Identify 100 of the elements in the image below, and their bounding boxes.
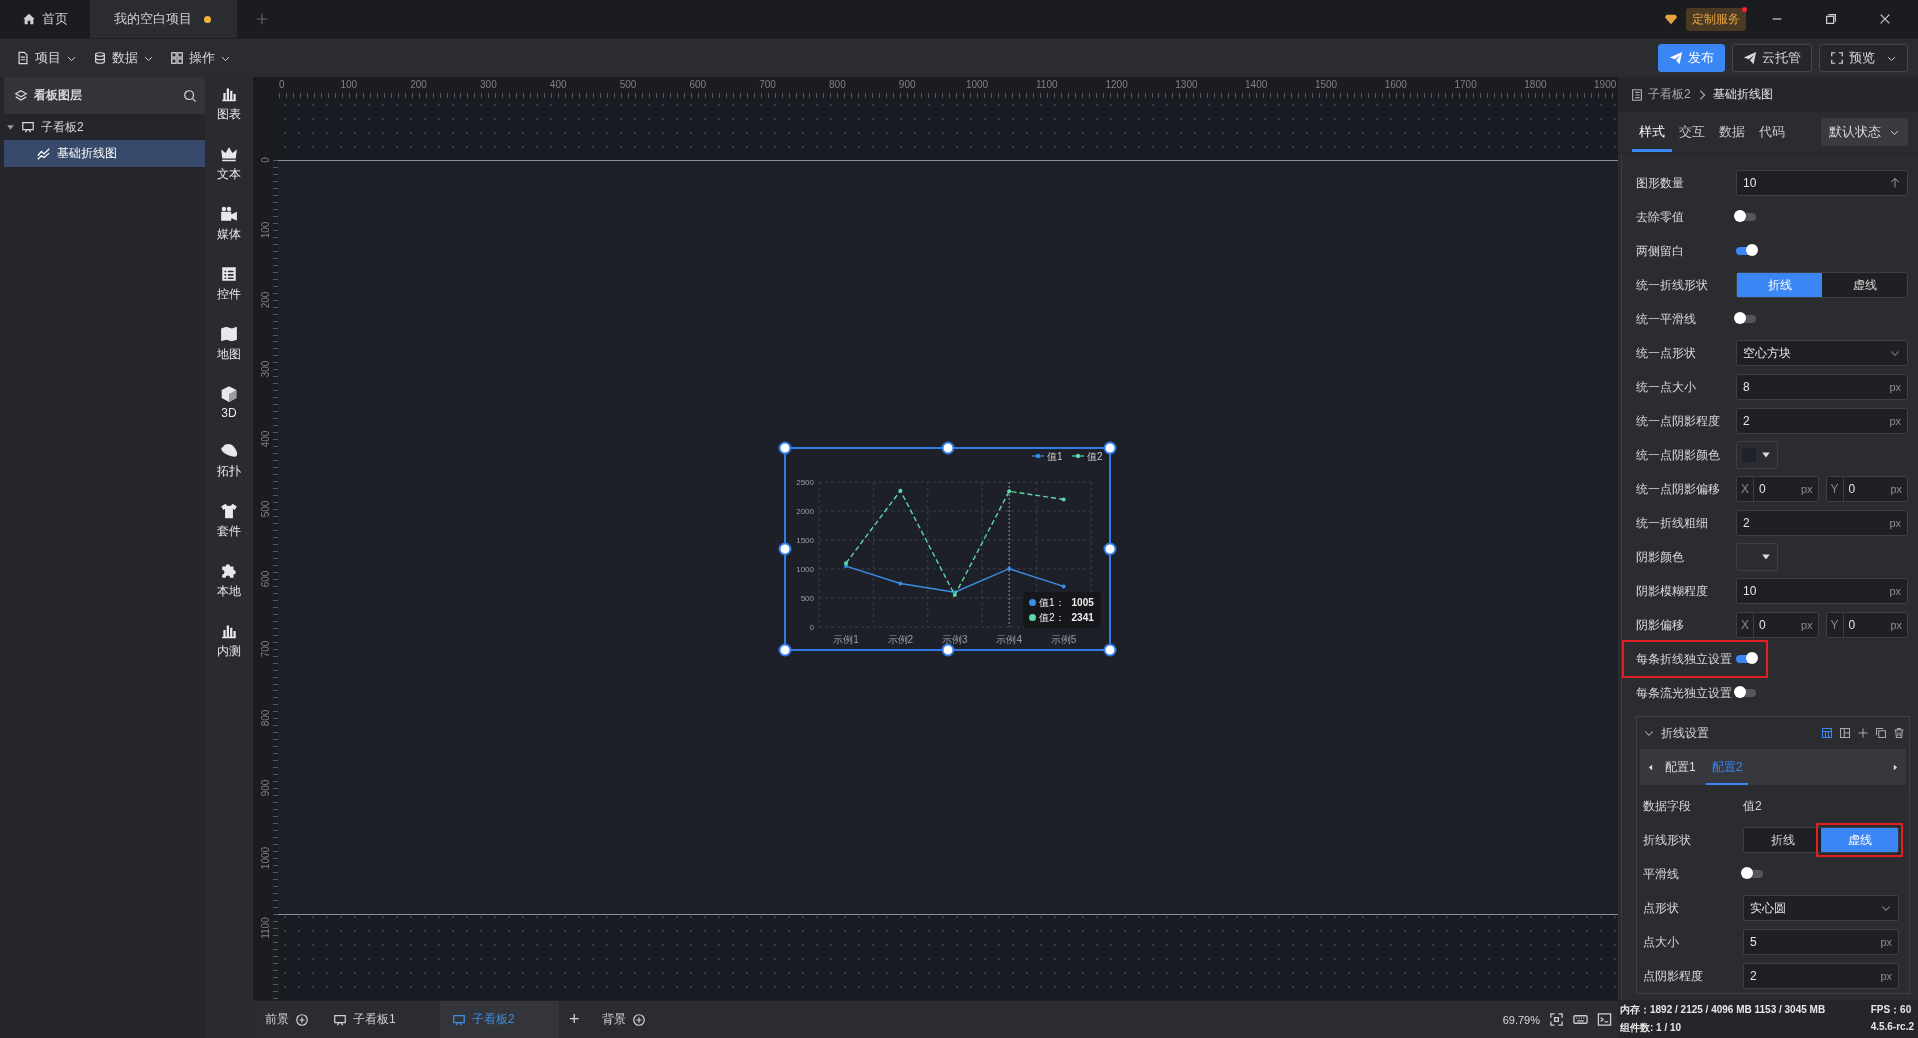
resize-handle[interactable] — [778, 542, 792, 556]
publish-button[interactable]: 发布 — [1658, 44, 1725, 72]
input-field[interactable]: 10 px — [1736, 578, 1908, 604]
widget-category[interactable]: 文本 — [217, 145, 241, 183]
layer-tab[interactable]: 子看板2 — [440, 1001, 559, 1038]
widget-category[interactable]: 图表 — [217, 85, 241, 123]
resize-handle[interactable] — [1103, 643, 1117, 657]
widget-category[interactable]: 地图 — [217, 325, 241, 363]
input-field[interactable]: Y 0 px — [1825, 476, 1908, 502]
input-field[interactable]: 2 px — [1743, 963, 1899, 989]
input-field[interactable]: 2 px — [1736, 510, 1908, 536]
ruler-label: 600 — [689, 79, 707, 90]
resize-handle[interactable] — [1103, 542, 1117, 556]
resize-handle[interactable] — [778, 441, 792, 455]
ruler-label: 700 — [259, 639, 271, 659]
dropdown-field[interactable]: 实心圆 — [1743, 895, 1899, 921]
color-picker[interactable] — [1736, 441, 1778, 469]
resize-handle[interactable] — [941, 441, 954, 455]
arrow-up-icon[interactable] — [1889, 177, 1901, 189]
toggle-switch[interactable] — [1736, 213, 1756, 221]
caret-icon[interactable] — [6, 122, 15, 132]
restore-icon[interactable] — [1824, 12, 1838, 26]
terminal-icon[interactable] — [1597, 1012, 1612, 1027]
tab[interactable]: 数据 — [1712, 112, 1752, 152]
input-field[interactable]: X 0 px — [1736, 476, 1819, 502]
input-field[interactable]: X 0 px — [1736, 612, 1819, 638]
widget-category[interactable]: 拓扑 — [217, 442, 241, 480]
tab[interactable]: 交互 — [1672, 112, 1712, 152]
tab[interactable]: 样式 — [1632, 112, 1672, 152]
layer-tab[interactable]: 子看板1 — [321, 1001, 440, 1038]
tree-item[interactable]: 子看板2 — [0, 114, 205, 140]
search-icon[interactable] — [183, 88, 197, 103]
window-tab[interactable]: 首页 — [0, 0, 90, 38]
add-circle-icon[interactable] — [295, 1012, 309, 1027]
widget-category[interactable]: 媒体 — [217, 205, 241, 243]
ruler-label: 600 — [259, 569, 271, 590]
legend-label[interactable]: 值1 — [1047, 451, 1063, 462]
close-icon[interactable] — [1878, 12, 1892, 26]
number-field[interactable]: 10 — [1736, 170, 1908, 196]
menu-button[interactable]: 数据 — [87, 45, 160, 71]
copy-icon[interactable] — [1875, 727, 1887, 739]
breadcrumb-item[interactable]: 基础折线图 — [1712, 86, 1773, 103]
cloud-button[interactable]: 云托管 — [1732, 44, 1812, 72]
layout-icon[interactable] — [1839, 727, 1851, 739]
toggle-switch[interactable] — [1736, 689, 1756, 697]
widget-category[interactable]: 内测 — [217, 622, 241, 660]
legend-label[interactable]: 值2 — [1087, 451, 1103, 462]
menu-button[interactable]: 操作 — [164, 45, 237, 71]
layer-tab[interactable]: 背景 — [589, 1001, 658, 1038]
resize-handle[interactable] — [778, 643, 792, 657]
ruler-label: 900 — [898, 79, 916, 90]
segment-option[interactable]: 虚线 — [1822, 273, 1907, 297]
segment-option[interactable]: 折线 — [1737, 273, 1822, 297]
resize-handle[interactable] — [941, 643, 954, 657]
axis-tick-label: 2000 — [796, 507, 814, 516]
input-field[interactable]: 2 px — [1736, 408, 1908, 434]
tab[interactable]: 配置1 — [1659, 749, 1702, 785]
toggle-switch[interactable] — [1736, 247, 1756, 255]
puzzle-icon — [220, 562, 238, 580]
field-label: 去除零值 — [1636, 208, 1685, 226]
widget-category[interactable]: 套件 — [217, 502, 241, 540]
add-tab-button[interactable]: + — [559, 1001, 590, 1038]
toggle-switch[interactable] — [1736, 315, 1756, 323]
fit-screen-icon[interactable] — [1549, 1012, 1564, 1027]
toggle-switch[interactable] — [1736, 655, 1756, 663]
menu-button[interactable]: 项目 — [10, 45, 83, 71]
widget-category[interactable]: 3D — [220, 385, 238, 420]
table-icon[interactable] — [1821, 727, 1833, 739]
ruler-label: 400 — [259, 429, 271, 450]
tree-item[interactable]: 基础折线图 — [4, 140, 205, 167]
fps-counter: FPS：60 — [1870, 1003, 1913, 1017]
chart-widget[interactable]: 值1 值2 0 500 1000 1500 2000 2500 值1： 1005 值2： 2341 示例1 示例2 示例3 示例4 示例5 — [784, 447, 1111, 651]
preview-button[interactable]: 预览 — [1819, 44, 1908, 72]
widget-category[interactable]: 本地 — [217, 562, 241, 600]
dropdown-field[interactable]: 空心方块 — [1736, 340, 1908, 366]
scroll-right-icon[interactable] — [1891, 762, 1900, 772]
widget-category[interactable]: 控件 — [217, 265, 241, 303]
segmented-control[interactable]: 折线 虚线 — [1743, 827, 1899, 853]
input-field[interactable]: 5 px — [1743, 929, 1899, 955]
line-chart-icon — [37, 146, 51, 161]
breadcrumb-item[interactable]: 子看板2 — [1648, 86, 1691, 103]
toggle-switch[interactable] — [1743, 870, 1763, 878]
state-dropdown[interactable]: 默认状态 — [1821, 118, 1908, 146]
trash-icon[interactable] — [1893, 727, 1905, 739]
color-picker[interactable] — [1736, 543, 1778, 571]
ruler-label: 1000 — [965, 79, 989, 90]
segmented-control[interactable]: 折线 虚线 — [1736, 272, 1908, 298]
input-field[interactable]: 8 px — [1736, 374, 1908, 400]
resize-handle[interactable] — [1103, 441, 1117, 455]
add-icon[interactable] — [1857, 727, 1869, 739]
layer-tab[interactable]: 前景 — [253, 1001, 321, 1038]
tab[interactable]: 代码 — [1752, 112, 1792, 152]
scroll-left-icon[interactable] — [1646, 762, 1655, 772]
keyboard-icon[interactable] — [1573, 1012, 1588, 1027]
input-field[interactable]: Y 0 px — [1825, 612, 1908, 638]
service-button[interactable]: 定制服务 — [1686, 7, 1746, 31]
add-circle-icon[interactable] — [631, 1012, 646, 1027]
segment-option[interactable]: 折线 — [1744, 828, 1821, 852]
unsaved-dot — [204, 15, 211, 23]
window-tab[interactable]: 我的空白项目 — [90, 0, 237, 38]
